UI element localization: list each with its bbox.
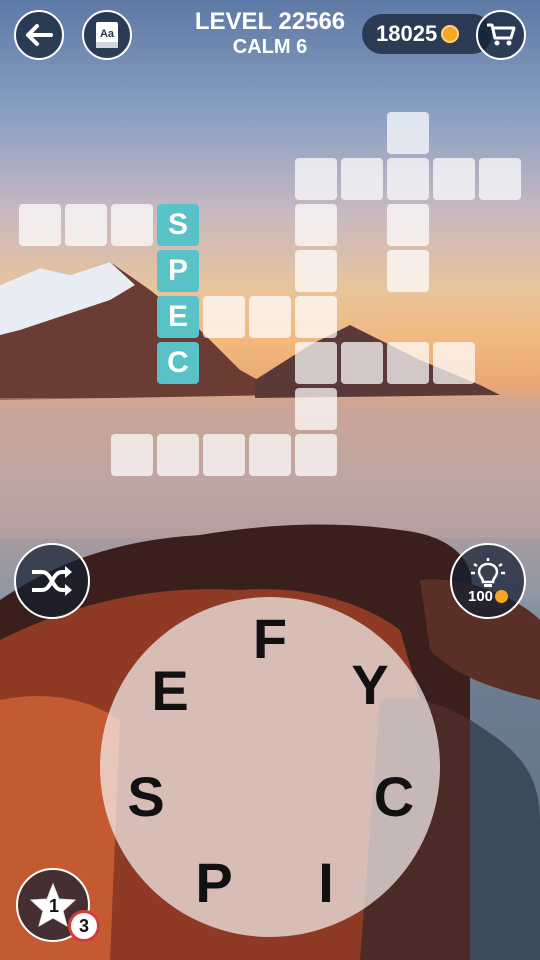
grid-tile [157,434,199,476]
shuffle-button[interactable] [14,543,90,619]
grid-tile [295,342,337,384]
grid-tile [341,158,383,200]
grid-tile [433,342,475,384]
coin-icon [441,25,460,43]
grid-tile [341,342,383,384]
wheel-letter[interactable]: P [184,853,244,913]
grid-tile [295,434,337,476]
grid-tile-revealed: P [157,250,199,292]
letter-wheel[interactable]: F Y C I P S E [100,597,440,937]
wheel-letter[interactable]: S [116,767,176,827]
star-badge-count: 3 [78,915,89,936]
hint-button[interactable]: 100 [450,543,526,619]
hint-cost: 100 [467,587,494,605]
grid-tile [203,434,245,476]
grid-tile [295,250,337,292]
wheel-letter[interactable]: Y [340,655,400,715]
back-arrow-icon [26,24,53,46]
grid-tile [295,158,337,200]
grid-tile [111,434,153,476]
grid-tile-revealed: E [157,296,199,338]
wheel-letter[interactable]: I [296,853,356,913]
grid-tile [479,158,521,200]
grid-tile [203,296,245,338]
wheel-letter[interactable]: C [364,767,424,827]
grid-tile [65,204,107,246]
coin-counter: 18025 [362,14,492,54]
shopping-cart-icon [487,23,516,46]
back-button[interactable] [14,10,64,60]
wheel-letter[interactable]: E [140,661,200,721]
game-screen: Aa LEVEL 22566 CALM 6 18025 S P E C 100 … [0,0,540,960]
coin-icon [495,589,509,603]
star-badge: 3 [68,910,100,942]
grid-tile [387,112,429,154]
grid-tile [433,158,475,200]
grid-tile [295,204,337,246]
grid-tile-revealed: C [157,342,199,384]
grid-tile [387,204,429,246]
grid-tile-revealed: S [157,204,199,246]
grid-tile [295,388,337,430]
grid-tile [387,250,429,292]
grid-tile [295,296,337,338]
shuffle-icon [32,566,72,596]
shop-button[interactable] [476,10,526,60]
svg-text:Aa: Aa [100,28,115,40]
grid-tile [111,204,153,246]
grid-tile [387,342,429,384]
grid-tile [249,296,291,338]
dictionary-icon: Aa [96,22,118,48]
grid-tile [387,158,429,200]
lightbulb-icon [471,557,505,587]
grid-tile [249,434,291,476]
wheel-letter[interactable]: F [240,609,300,669]
grid-tile [19,204,61,246]
coin-count: 18025 [376,21,438,46]
